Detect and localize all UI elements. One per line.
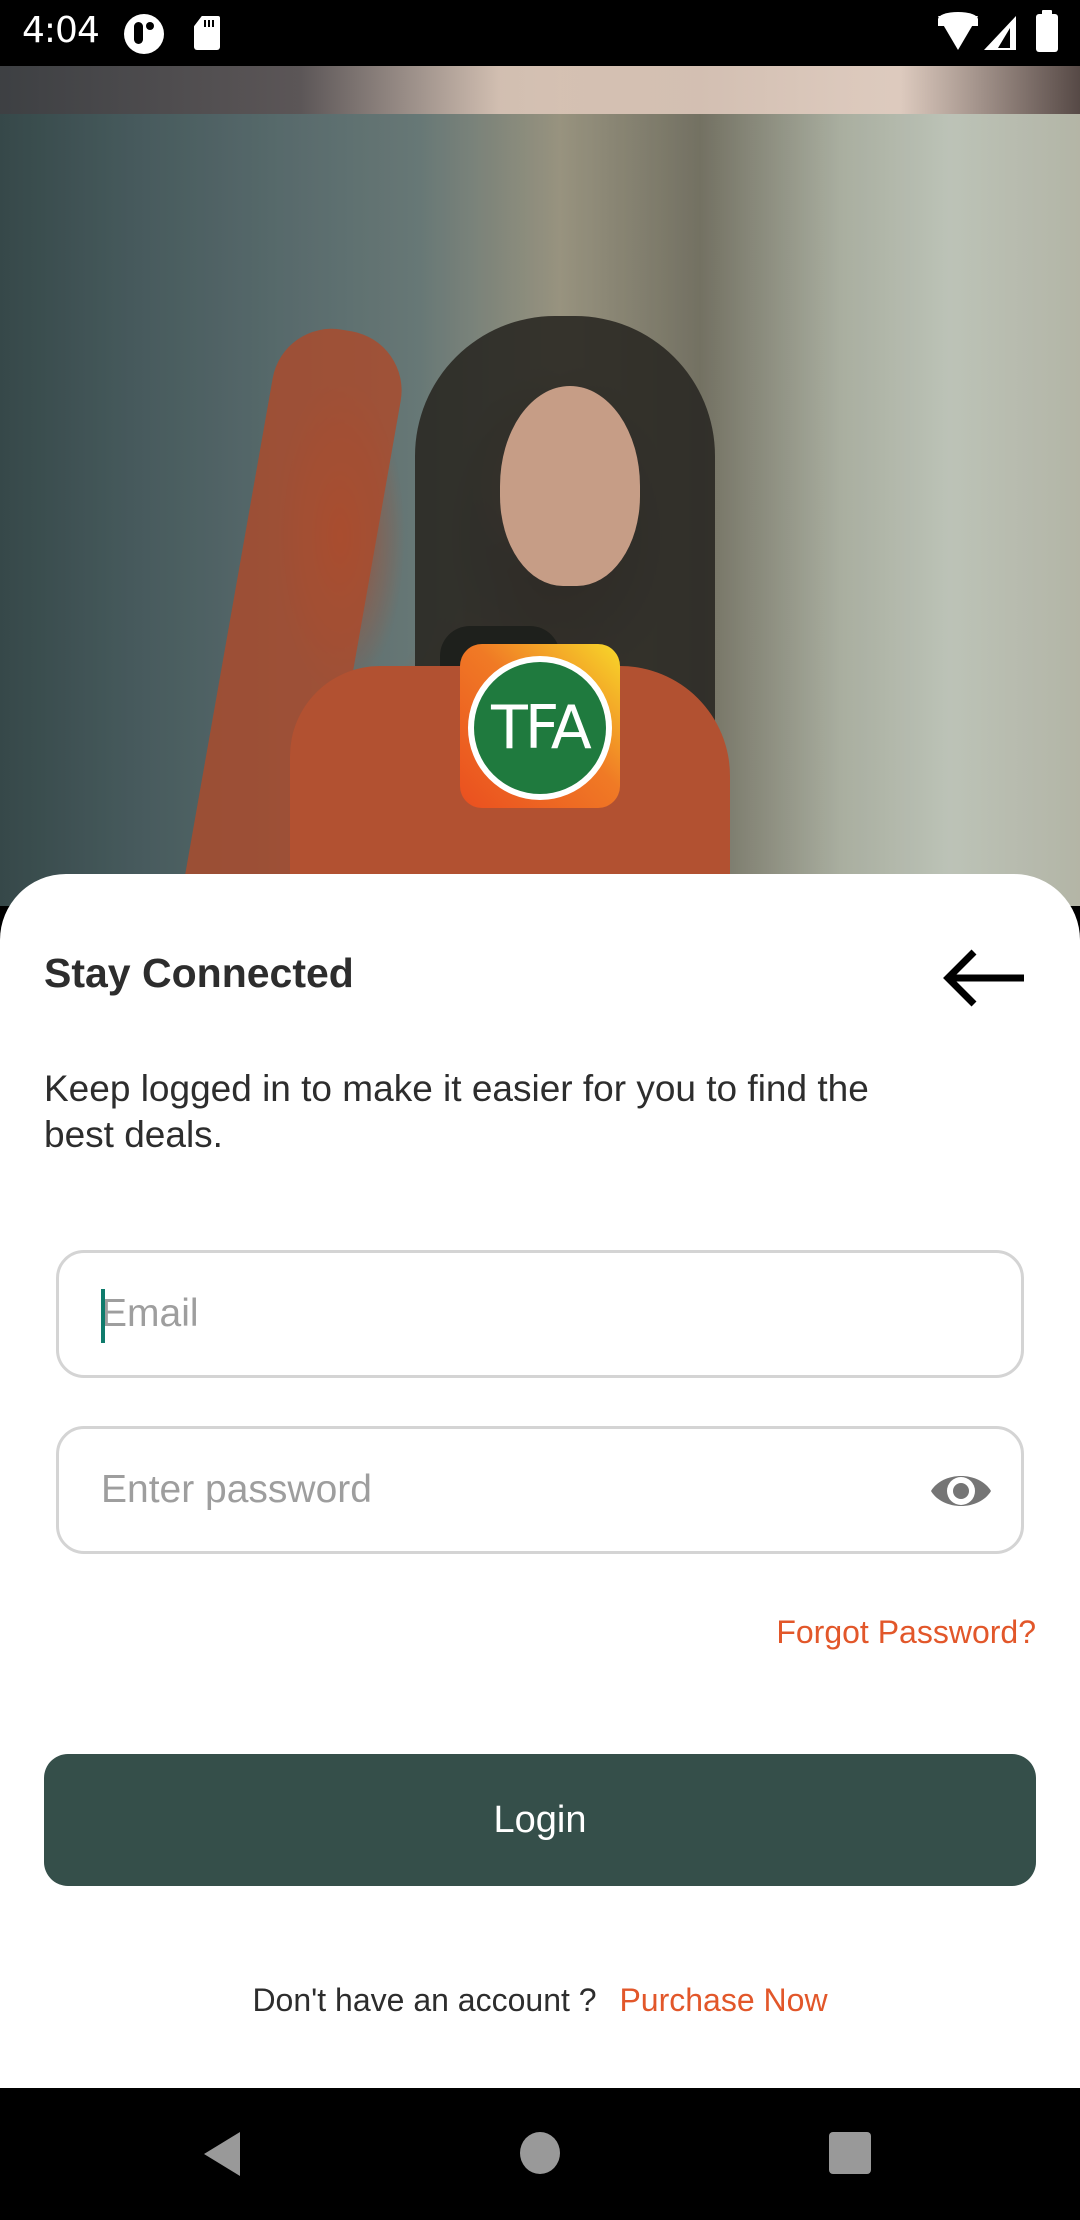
- forgot-password-link[interactable]: Forgot Password?: [776, 1614, 1036, 1651]
- subtitle-text: Keep logged in to make it easier for you…: [44, 1068, 869, 1155]
- purchase-now-link[interactable]: Purchase Now: [619, 1982, 827, 2018]
- arrow-left-icon: [943, 949, 1024, 1007]
- status-bar: 4:04: [0, 0, 1080, 66]
- pocket-icon: [124, 14, 164, 54]
- email-input[interactable]: [101, 1253, 921, 1375]
- text-caret: [101, 1289, 105, 1343]
- status-time: 4:04: [22, 10, 100, 51]
- battery-icon: [1036, 10, 1058, 52]
- page-title: Stay Connected: [44, 950, 354, 996]
- logo-text: TFA: [474, 662, 606, 794]
- signup-row: Don't have an account ? Purchase Now: [0, 1982, 1080, 2019]
- nav-recents-icon[interactable]: [829, 2132, 871, 2174]
- password-field[interactable]: [56, 1426, 1024, 1554]
- nav-home-icon[interactable]: [520, 2132, 560, 2174]
- back-button[interactable]: [940, 948, 1030, 1008]
- wifi-icon: [938, 12, 978, 50]
- login-button[interactable]: Login: [44, 1754, 1036, 1886]
- nav-back-icon[interactable]: [204, 2132, 240, 2176]
- toggle-password-visibility-button[interactable]: [929, 1467, 993, 1515]
- eye-icon: [931, 1476, 991, 1506]
- hero-image-top-band: [0, 66, 1080, 114]
- email-field[interactable]: [56, 1250, 1024, 1378]
- system-nav-bar: [0, 2088, 1080, 2220]
- logo-ring: TFA: [468, 656, 612, 800]
- password-input[interactable]: [101, 1429, 921, 1551]
- sd-card-icon: [194, 16, 220, 50]
- signal-icon: [984, 16, 1016, 50]
- signup-prompt: Don't have an account ?: [252, 1982, 597, 2018]
- app-logo: TFA: [460, 644, 620, 808]
- login-sheet: Stay Connected Keep logged in to make it…: [0, 874, 1080, 2088]
